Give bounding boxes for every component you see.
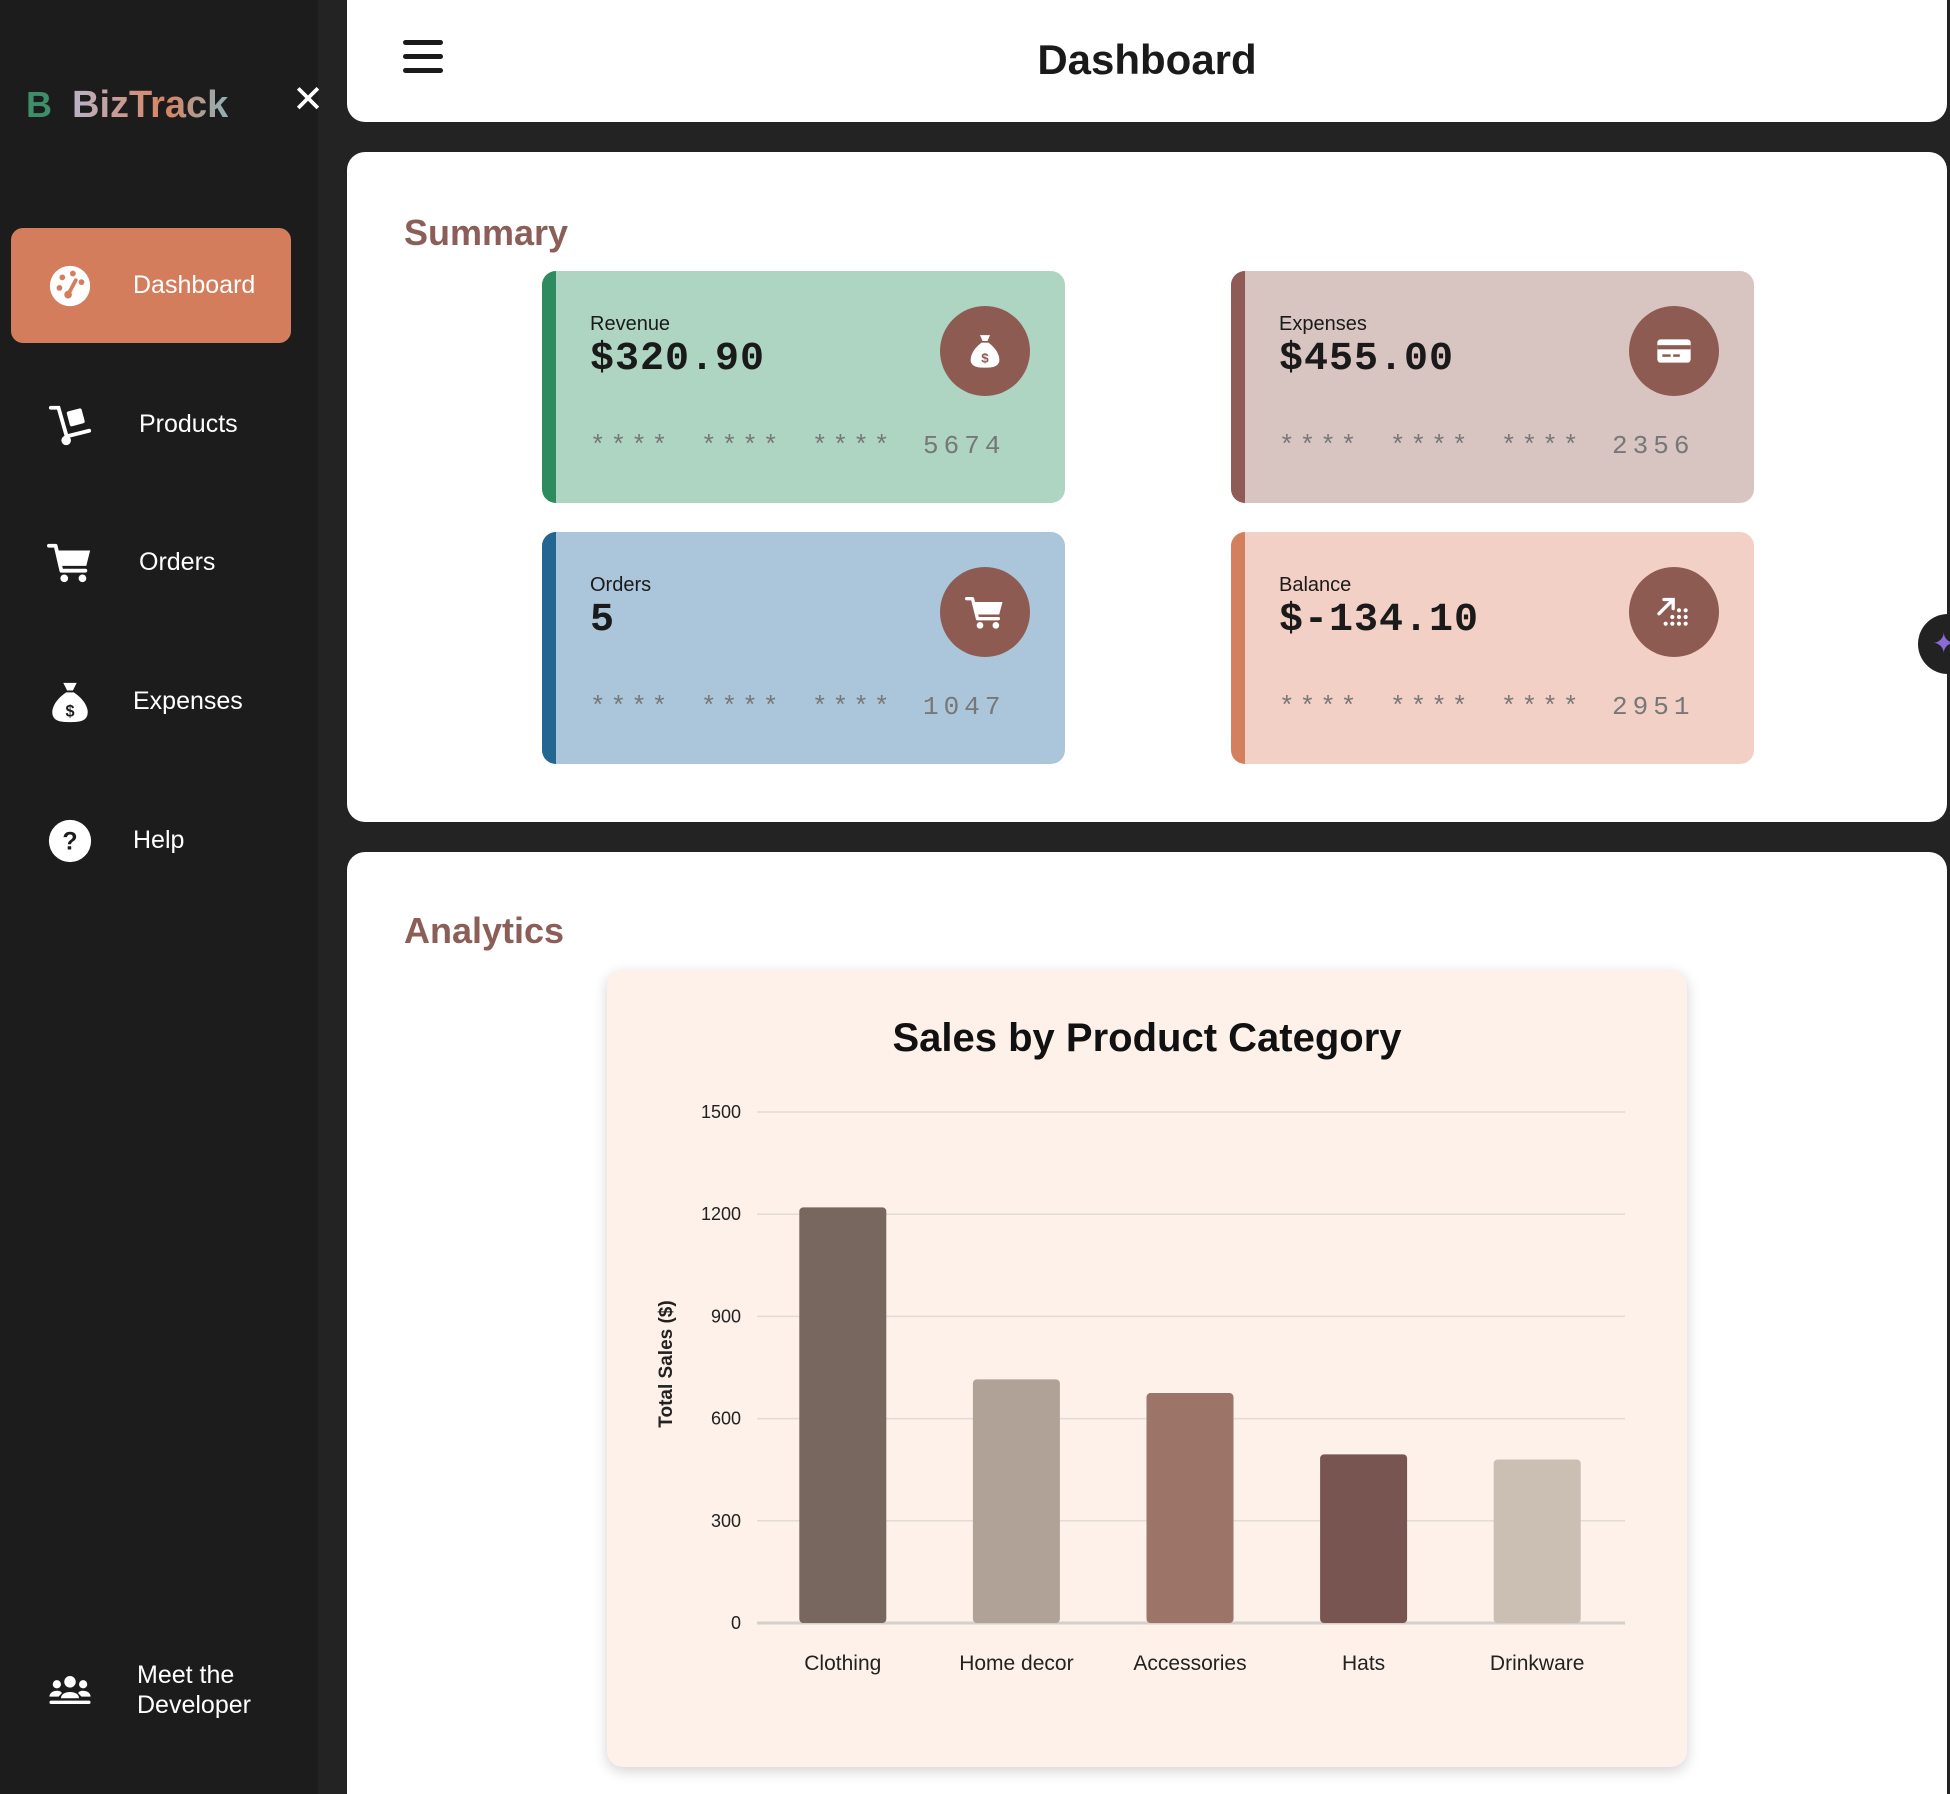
revenue-card[interactable]: Revenue $320.90 **** **** **** 5674 $ <box>542 271 1065 503</box>
sidebar-item-label: Dashboard <box>133 271 256 299</box>
card-stripe <box>542 532 556 764</box>
dashboard-gauge-icon <box>45 261 95 311</box>
summary-title: Summary <box>404 212 569 253</box>
card-number: **** **** **** 2951 <box>1279 692 1695 722</box>
card-value: 5 <box>590 598 616 643</box>
analytics-panel: Analytics Sales by Product Category 0 300… <box>347 852 1947 1794</box>
chart-bar <box>1320 1454 1408 1623</box>
y-tick-label: 300 <box>711 1511 741 1531</box>
x-tick-label: Drinkware <box>1490 1652 1585 1675</box>
sidebar-item-label: Products <box>139 410 238 438</box>
card-number: **** **** **** 1047 <box>590 692 1006 722</box>
sidebar-item-label: Expenses <box>133 687 243 715</box>
card-value: $455.00 <box>1279 337 1455 382</box>
money-bag-icon: $ <box>45 677 95 727</box>
app-logo[interactable]: B BizTrack <box>26 80 228 130</box>
y-tick-label: 600 <box>711 1409 741 1429</box>
chart-bar <box>1146 1393 1234 1623</box>
card-value: $320.90 <box>590 337 766 382</box>
card-label: Balance <box>1279 574 1352 596</box>
sidebar: B BizTrack ✕ Dashboard Products Orders $… <box>0 0 324 1794</box>
card-number: **** **** **** 2356 <box>1279 431 1695 461</box>
developer-label: Meet the Developer <box>137 1660 251 1720</box>
sidebar-item-products[interactable]: Products <box>11 367 291 482</box>
svg-text:?: ? <box>62 827 77 855</box>
shopping-cart-icon <box>940 567 1030 657</box>
sidebar-item-label: Help <box>133 826 185 854</box>
sidebar-item-label: Orders <box>139 548 216 576</box>
x-tick-label: Accessories <box>1133 1652 1246 1675</box>
developer-label-line2: Developer <box>137 1691 251 1719</box>
x-tick-label: Hats <box>1342 1652 1385 1675</box>
y-tick-label: 1200 <box>701 1204 741 1224</box>
close-sidebar-icon[interactable]: ✕ <box>290 81 326 119</box>
orders-card[interactable]: Orders 5 **** **** **** 1047 <box>542 532 1065 764</box>
top-header: Dashboard <box>347 0 1947 122</box>
card-stripe <box>542 271 556 503</box>
question-circle-icon: ? <box>45 816 95 866</box>
y-tick-label: 0 <box>731 1613 741 1633</box>
trend-chart-icon <box>1629 567 1719 657</box>
shopping-cart-icon <box>45 538 95 588</box>
chart-bar <box>799 1207 887 1623</box>
card-label: Orders <box>590 574 652 596</box>
balance-card[interactable]: Balance $-134.10 **** **** **** 2951 <box>1231 532 1754 764</box>
chart-bar <box>972 1379 1060 1623</box>
card-number: **** **** **** 5674 <box>590 431 1006 461</box>
y-tick-label: 900 <box>711 1306 741 1326</box>
hand-truck-icon <box>45 400 95 450</box>
y-axis-label: Total Sales ($) <box>656 1300 677 1427</box>
analytics-title: Analytics <box>404 910 565 951</box>
logo-mark: B <box>26 84 52 125</box>
x-tick-label: Clothing <box>804 1652 881 1675</box>
summary-panel: Summary Revenue $320.90 **** **** **** 5… <box>347 152 1947 822</box>
card-label: Expenses <box>1279 313 1367 335</box>
users-group-icon <box>45 1665 95 1715</box>
expenses-card[interactable]: Expenses $455.00 **** **** **** 2356 <box>1231 271 1754 503</box>
chart-bar <box>1493 1459 1581 1623</box>
sidebar-item-orders[interactable]: Orders <box>11 505 291 620</box>
y-tick-label: 1500 <box>701 1102 741 1122</box>
sidebar-item-meet-developer[interactable]: Meet the Developer <box>11 1645 311 1735</box>
card-stripe <box>1231 271 1245 503</box>
sidebar-item-help[interactable]: ? Help <box>11 783 291 898</box>
sidebar-item-dashboard[interactable]: Dashboard <box>11 228 291 343</box>
sales-chart: Sales by Product Category 0 300 600 900 1200… <box>607 970 1687 1767</box>
money-bag-icon: $ <box>940 306 1030 396</box>
sidebar-item-expenses[interactable]: $ Expenses <box>11 644 291 759</box>
app-name: BizTrack <box>72 83 229 126</box>
developer-label-line1: Meet the <box>137 1661 235 1689</box>
chart-plot: 0 300 600 900 1200 1500 Clothing Home decor Acce… <box>656 1102 1625 1675</box>
card-stripe <box>1231 532 1245 764</box>
x-tick-label: Home decor <box>959 1652 1073 1675</box>
card-value: $-134.10 <box>1279 598 1480 643</box>
page-title: Dashboard <box>1037 36 1257 83</box>
svg-text:$: $ <box>65 702 74 720</box>
svg-text:$: $ <box>981 351 989 366</box>
card-label: Revenue <box>590 313 671 335</box>
credit-card-icon <box>1629 306 1719 396</box>
